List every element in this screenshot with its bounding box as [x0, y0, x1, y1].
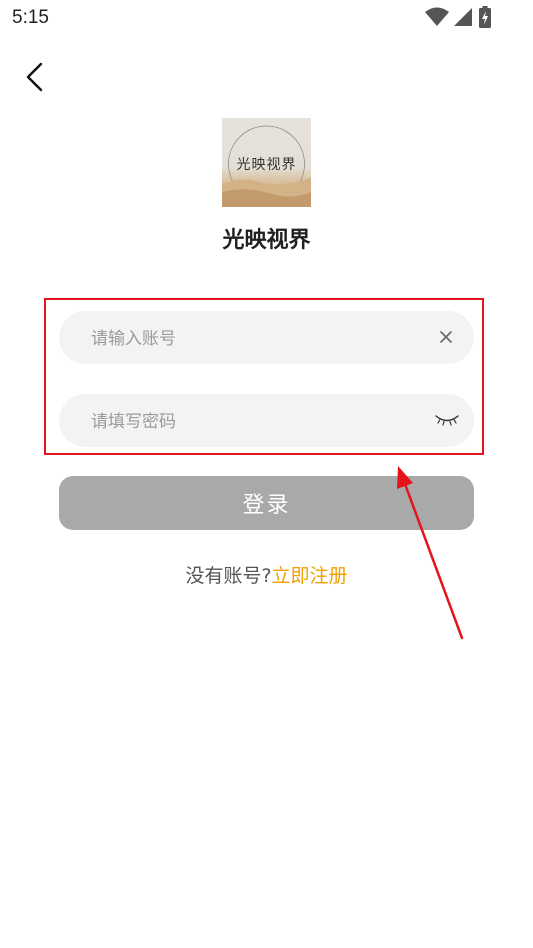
register-prompt: 没有账号?	[185, 565, 272, 587]
account-field[interactable]	[59, 311, 474, 366]
status-icons	[425, 6, 495, 28]
account-input[interactable]	[89, 311, 423, 366]
password-field[interactable]	[59, 394, 474, 449]
close-icon	[440, 331, 452, 343]
password-visibility-toggle[interactable]	[434, 412, 460, 428]
app-name: 光映视界	[222, 228, 311, 253]
clear-account-button[interactable]	[436, 327, 456, 347]
login-button[interactable]: 登录	[59, 476, 474, 530]
status-time: 5:15	[12, 7, 49, 28]
wifi-icon	[425, 7, 449, 26]
chevron-left-icon	[26, 62, 43, 92]
eye-closed-icon	[435, 415, 459, 426]
register-row: 没有账号?立即注册	[0, 561, 533, 588]
battery-charging-icon	[479, 6, 491, 28]
status-bar: 5:15	[0, 0, 533, 36]
logo-text: 光映视界	[236, 157, 297, 173]
back-button[interactable]	[18, 60, 52, 94]
register-link[interactable]: 立即注册	[272, 565, 348, 587]
app-logo: 光映视界	[222, 118, 311, 207]
password-input[interactable]	[89, 394, 423, 449]
cellular-signal-icon	[454, 8, 472, 26]
